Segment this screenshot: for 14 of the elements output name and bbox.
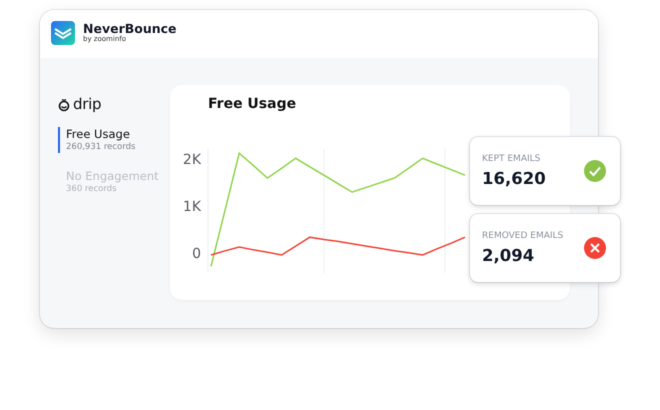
y-axis-label: 1K — [182, 198, 201, 216]
y-axis-label: 0 — [191, 244, 201, 263]
checkmark-icon — [584, 160, 606, 182]
brand-name: NeverBounce — [83, 22, 177, 36]
stat-value: 2,094 — [482, 246, 536, 265]
stat-label: REMOVED EMAILS — [482, 231, 564, 241]
stat-label: KEPT EMAILS — [482, 154, 542, 164]
drip-logo-icon — [58, 96, 70, 112]
y-axis-label: 2K — [182, 150, 201, 169]
brand-logo-icon — [51, 21, 75, 45]
close-icon — [584, 237, 606, 259]
stat-value: 16,620 — [482, 169, 546, 188]
account-name: drip — [73, 95, 102, 113]
panel-title: Free Usage — [208, 96, 298, 112]
